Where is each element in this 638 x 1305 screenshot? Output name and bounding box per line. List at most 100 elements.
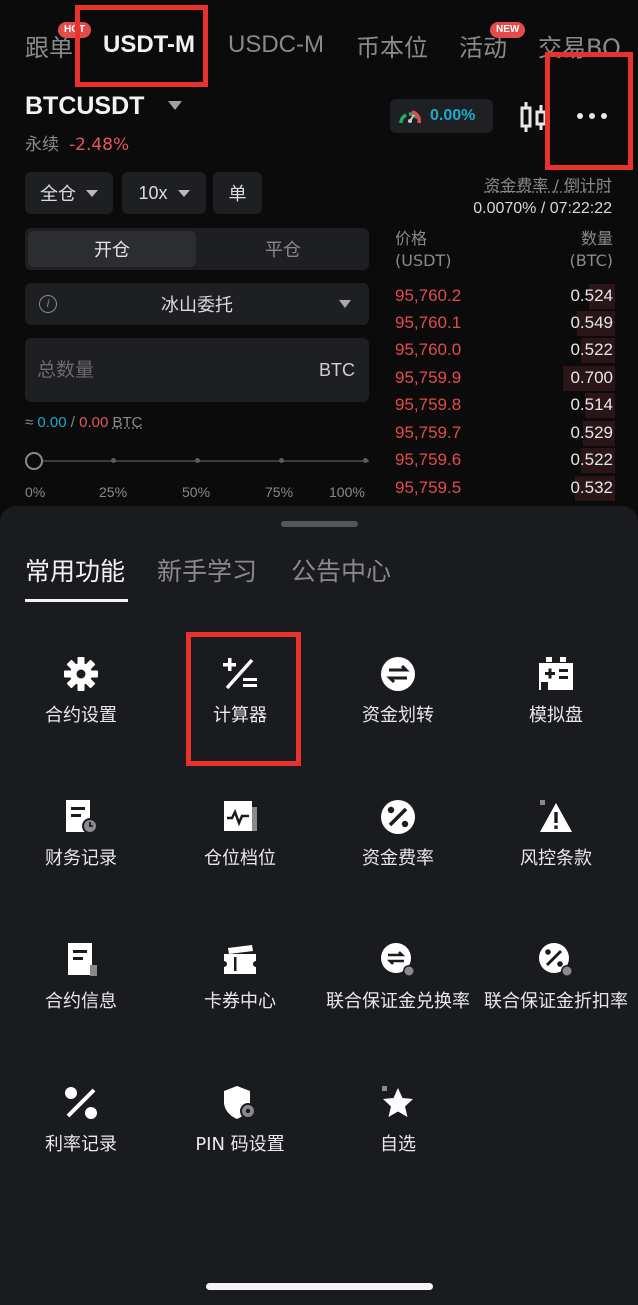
ask-row[interactable]: 95,759.8 0.514 xyxy=(395,392,615,419)
slider-dot-100[interactable] xyxy=(363,458,368,463)
approx-sep: / xyxy=(70,414,75,431)
tab-coin-m[interactable]: 币本位 xyxy=(356,28,428,63)
item-label: 仓位档位 xyxy=(204,848,276,869)
item-contract-info[interactable]: 合约信息 xyxy=(2,942,160,1062)
info-icon[interactable]: i xyxy=(39,295,57,313)
order-type-label: 冰山委托 xyxy=(161,295,233,316)
quantity-slider[interactable] xyxy=(25,451,369,471)
item-risk-terms[interactable]: 风控条款 xyxy=(477,799,635,919)
ask-row[interactable]: 95,759.9 0.700 xyxy=(395,365,615,392)
ask-row[interactable]: 95,759.7 0.529 xyxy=(395,420,615,447)
hot-badge: HOT xyxy=(58,22,92,38)
margin-discount-icon xyxy=(539,943,573,977)
open-position-tab[interactable]: 开仓 xyxy=(28,231,196,267)
funding-value: 0.0070% / 07:22:22 xyxy=(473,200,612,217)
chevron-down-icon xyxy=(177,189,190,197)
item-contract-settings[interactable]: 合约设置 xyxy=(2,656,160,776)
tab-usdc-m[interactable]: USDC-M xyxy=(228,31,324,59)
approx-sell: 0.00 xyxy=(79,414,109,431)
item-label: 自选 xyxy=(380,1134,416,1155)
contract-info-icon xyxy=(68,943,97,976)
drag-handle[interactable] xyxy=(281,521,358,527)
item-label: 风控条款 xyxy=(520,848,592,869)
qty-header-label: 数量 xyxy=(580,229,613,248)
slider-mark: 25% xyxy=(99,484,128,500)
symbol-name[interactable]: BTCUSDT xyxy=(25,92,144,121)
item-favorites[interactable]: 自选 xyxy=(319,1085,477,1205)
ask-row[interactable]: 95,759.5 0.532 xyxy=(395,475,615,502)
more-functions-sheet: 常用功能 新手学习 公告中心 合约设置 计算器 资金划转 模拟盘 财务记录 仓位… xyxy=(0,506,638,1305)
ask-price: 95,760.0 xyxy=(395,340,462,359)
ask-price: 95,759.5 xyxy=(395,478,462,497)
margin-exchange-icon xyxy=(381,943,415,977)
home-indicator[interactable] xyxy=(206,1283,433,1290)
ask-row[interactable]: 95,760.0 0.522 xyxy=(395,337,615,364)
item-interest-records[interactable]: 利率记录 xyxy=(2,1085,160,1205)
close-position-tab[interactable]: 平仓 xyxy=(200,231,366,267)
item-funding-rate[interactable]: 资金费率 xyxy=(319,799,477,919)
price-header-label: 价格 xyxy=(395,229,428,248)
slider-mark: 50% xyxy=(182,484,211,500)
calculator-icon xyxy=(223,658,257,690)
item-margin-discount-rate[interactable]: 联合保证金折扣率 xyxy=(477,942,635,1062)
tab-beginner-learning[interactable]: 新手学习 xyxy=(157,552,257,588)
pin-settings-icon xyxy=(224,1086,256,1119)
warning-icon xyxy=(540,800,572,832)
item-financial-records[interactable]: 财务记录 xyxy=(2,799,160,919)
more-options-icon[interactable] xyxy=(572,106,612,126)
leverage-select[interactable]: 10x xyxy=(122,172,206,214)
chevron-down-icon[interactable] xyxy=(168,101,182,110)
quantity-unit[interactable]: BTC xyxy=(319,360,355,381)
ask-row[interactable]: 95,760.1 0.549 xyxy=(395,310,615,337)
item-fund-transfer[interactable]: 资金划转 xyxy=(319,656,477,776)
item-label: 计算器 xyxy=(213,705,267,726)
slider-dot-50[interactable] xyxy=(195,458,200,463)
item-calculator[interactable]: 计算器 xyxy=(161,656,319,776)
ask-row[interactable]: 95,760.2 0.524 xyxy=(395,283,615,310)
star-icon xyxy=(382,1086,413,1117)
tab-announcements[interactable]: 公告中心 xyxy=(291,552,391,588)
quantity-field[interactable]: BTC xyxy=(25,338,369,402)
qty-header: 数量 (BTC) xyxy=(570,228,613,272)
position-mode-button[interactable]: 单 xyxy=(213,172,262,214)
open-close-toggle: 开仓 平仓 xyxy=(25,228,369,270)
tab-common-functions[interactable]: 常用功能 xyxy=(25,552,125,588)
quantity-input[interactable] xyxy=(37,356,287,384)
gauge-value: 0.00% xyxy=(430,107,476,124)
ask-qty: 0.514 xyxy=(570,395,613,414)
item-label: 财务记录 xyxy=(45,848,117,869)
slider-dot-75[interactable] xyxy=(279,458,284,463)
ask-price: 95,760.1 xyxy=(395,313,462,332)
item-coupon-center[interactable]: 卡券中心 xyxy=(161,942,319,1062)
item-demo-trading[interactable]: 模拟盘 xyxy=(477,656,635,776)
margin-mode-label: 全仓 xyxy=(40,184,76,205)
coupon-icon xyxy=(224,945,256,974)
qty-header-unit: (BTC) xyxy=(569,251,613,270)
item-label: 合约信息 xyxy=(45,991,117,1012)
price-header: 价格 (USDT) xyxy=(395,228,451,272)
tab-trading-bot[interactable]: 交易BO xyxy=(538,28,621,63)
position-mode-label: 单 xyxy=(228,184,247,205)
slider-dot-25[interactable] xyxy=(111,458,116,463)
slider-knob[interactable] xyxy=(25,452,43,470)
chevron-down-icon xyxy=(86,189,98,197)
funding-rate-info[interactable]: 资金费率 / 倒计时 0.0070% / 07:22:22 xyxy=(473,172,612,218)
slider-marks: 0% 25% 50% 75% 100% xyxy=(25,484,375,502)
item-margin-exchange-rate[interactable]: 联合保证金兑换率 xyxy=(319,942,477,1062)
slider-mark: 75% xyxy=(265,484,294,500)
ask-qty: 0.524 xyxy=(570,286,613,305)
ask-qty: 0.549 xyxy=(570,313,613,332)
ask-row[interactable]: 95,759.6 0.522 xyxy=(395,447,615,474)
item-position-tiers[interactable]: 仓位档位 xyxy=(161,799,319,919)
new-badge: NEW xyxy=(490,22,526,38)
slider-mark: 0% xyxy=(25,484,46,500)
ask-qty: 0.529 xyxy=(570,423,613,442)
pnl-gauge[interactable]: 0.00% xyxy=(390,99,493,133)
margin-mode-select[interactable]: 全仓 xyxy=(25,172,113,214)
order-type-select[interactable]: i 冰山委托 xyxy=(25,283,369,325)
tab-usdt-m[interactable]: USDT-M xyxy=(103,31,195,59)
item-pin-settings[interactable]: PIN 码设置 xyxy=(161,1085,319,1205)
ask-price: 95,760.2 xyxy=(395,286,462,305)
approx-unit: BTC xyxy=(112,414,143,431)
candlestick-chart-icon[interactable] xyxy=(519,100,551,134)
